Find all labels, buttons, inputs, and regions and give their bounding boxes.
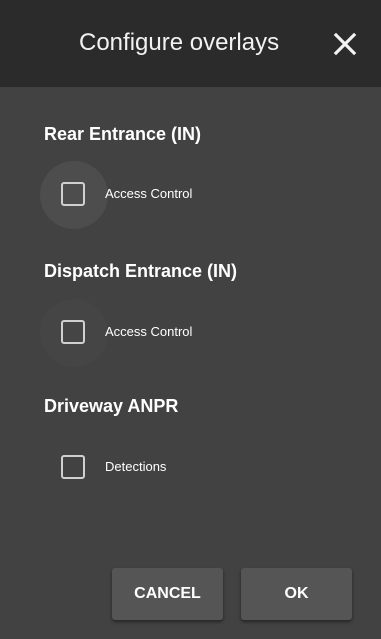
section-heading-driveway-anpr: Driveway ANPR [44,396,179,416]
access-control-checkbox-dispatch-entrance[interactable]: Access Control [40,299,280,367]
section-heading-dispatch-entrance: Dispatch Entrance (IN) [44,261,238,281]
option-label: Detections [105,459,167,474]
option-label: Access Control [105,186,193,201]
checkbox-box[interactable] [61,320,85,344]
checkbox-box[interactable] [61,182,85,206]
cancel-button[interactable]: CANCEL [112,568,223,620]
access-control-checkbox-rear-entrance[interactable]: Access Control [40,161,280,229]
dialog-title: Configure overlays [79,29,280,56]
ok-button[interactable]: OK [241,568,352,620]
checkbox-box[interactable] [61,455,85,479]
close-icon [333,32,357,56]
detections-checkbox-driveway-anpr[interactable]: Detections [40,434,280,502]
option-label: Access Control [105,324,193,339]
dialog-header: Configure overlays [0,0,381,87]
section-heading-rear-entrance: Rear Entrance (IN) [44,124,202,144]
close-button[interactable] [329,28,361,60]
configure-overlays-dialog: Configure overlays Rear Entrance (IN) Ac… [0,0,381,639]
